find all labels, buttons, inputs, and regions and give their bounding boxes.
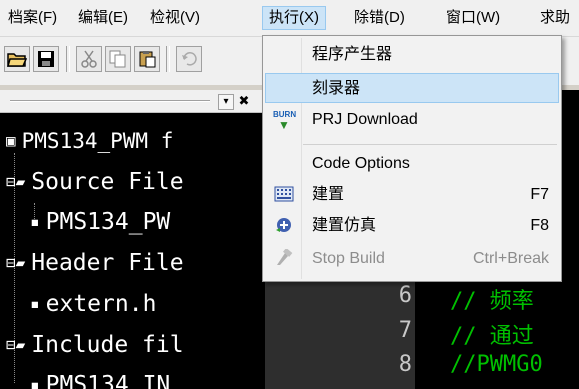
- tree-node-include-files[interactable]: ⊟▰ Include fil: [6, 329, 184, 361]
- menu-item-program-generator[interactable]: 程序产生器: [265, 40, 559, 70]
- menu-item-shortcut: F8: [530, 217, 549, 234]
- code-line[interactable]: // 频率: [450, 283, 534, 315]
- tree-node-label: Include fil: [31, 332, 184, 358]
- tree-node-label: Source File: [31, 169, 184, 195]
- tree-node-header-file[interactable]: ▪ extern.h: [30, 288, 156, 320]
- code-line[interactable]: //PWMG0: [450, 352, 543, 377]
- menu-item-label: PRJ Download: [312, 111, 418, 128]
- menu-view[interactable]: 检视(V): [144, 6, 206, 30]
- project-icon: ▣: [6, 131, 16, 150]
- menu-item-code-options[interactable]: Code Options: [265, 149, 559, 179]
- tree-node-label: PMS134_IN: [45, 372, 171, 389]
- tree-node-project[interactable]: ▣ PMS134_PWM f: [6, 125, 173, 157]
- tree-node-header-files[interactable]: ⊟▰ Header File: [6, 247, 184, 279]
- toolbar-separator: [66, 46, 70, 72]
- folder-icon: ⊟▰: [6, 172, 26, 191]
- tree-node-source-file[interactable]: ▪ PMS134_PW: [30, 206, 170, 238]
- build-icon: [273, 185, 295, 205]
- line-number: 8: [398, 352, 412, 377]
- menu-item-build-emulate[interactable]: 建置仿真 F8: [265, 211, 559, 241]
- menu-item-stop-build[interactable]: Stop Build Ctrl+Break: [265, 244, 559, 274]
- copy-icon[interactable]: [105, 46, 131, 72]
- file-icon: ▪: [30, 294, 40, 313]
- menu-item-shortcut: Ctrl+Break: [472, 250, 549, 267]
- toolbar-separator: [166, 46, 170, 72]
- code-line[interactable]: // 通过: [450, 318, 534, 350]
- file-icon: ▪: [30, 212, 40, 231]
- undo-icon[interactable]: [176, 46, 202, 72]
- menu-item-build[interactable]: 建置 F7: [265, 180, 559, 210]
- tree-node-label: extern.h: [45, 291, 157, 317]
- dock-dropdown-icon[interactable]: ▾: [218, 94, 234, 110]
- folder-icon: ⊟▰: [6, 335, 26, 354]
- tree-node-source-files[interactable]: ⊟▰ Source File: [6, 166, 184, 198]
- cut-icon[interactable]: [76, 46, 102, 72]
- menu-item-label: 程序产生器: [312, 46, 393, 63]
- panel-grip[interactable]: [10, 100, 210, 102]
- build-emulate-icon: [273, 216, 295, 236]
- menu-item-label: Code Options: [312, 155, 410, 172]
- menu-execute[interactable]: 执行(X): [262, 6, 326, 30]
- open-icon[interactable]: [4, 46, 30, 72]
- project-tree: ▣ PMS134_PWM f ⊟▰ Source File ▪ PMS134_PW ⊟…: [0, 113, 265, 389]
- menu-item-shortcut: F7: [530, 186, 549, 203]
- menu-item-label: 建置仿真: [312, 217, 377, 234]
- menu-help[interactable]: 求助: [534, 6, 576, 30]
- burn-icon: BURN ▼: [273, 110, 297, 132]
- line-number: 6: [398, 283, 412, 308]
- menu-edit[interactable]: 编辑(E): [72, 6, 134, 30]
- tree-node-include-file[interactable]: ▪ PMS134_IN: [30, 369, 170, 389]
- paste-icon[interactable]: [134, 46, 160, 72]
- file-icon: ▪: [30, 375, 40, 389]
- menu-item-label: 刻录器: [312, 80, 361, 97]
- menu-item-label: 建置: [312, 186, 345, 203]
- close-icon[interactable]: ✖: [236, 94, 252, 110]
- tree-node-label: Header File: [31, 250, 184, 276]
- execute-dropdown-menu: 程序产生器 刻录器 BURN ▼ PRJ Download Code Optio…: [262, 35, 562, 282]
- menu-item-prj-download[interactable]: BURN ▼ PRJ Download: [265, 105, 559, 135]
- tree-node-label: PMS134_PWM f: [21, 129, 174, 153]
- save-icon[interactable]: [33, 46, 59, 72]
- stop-build-icon: [273, 247, 295, 269]
- folder-icon: ⊟▰: [6, 253, 26, 272]
- menu-file[interactable]: 档案(F): [2, 6, 63, 30]
- menu-separator: [303, 144, 557, 145]
- tree-node-label: PMS134_PW: [45, 209, 171, 235]
- menu-item-programmer[interactable]: 刻录器: [265, 73, 559, 103]
- menu-item-label: Stop Build: [312, 250, 385, 267]
- menu-window[interactable]: 窗口(W): [440, 6, 506, 30]
- menu-debug[interactable]: 除错(D): [348, 6, 411, 30]
- line-number: 7: [398, 318, 412, 343]
- menu-bar: 档案(F) 编辑(E) 检视(V) 执行(X) 除错(D) 窗口(W) 求助: [0, 0, 579, 37]
